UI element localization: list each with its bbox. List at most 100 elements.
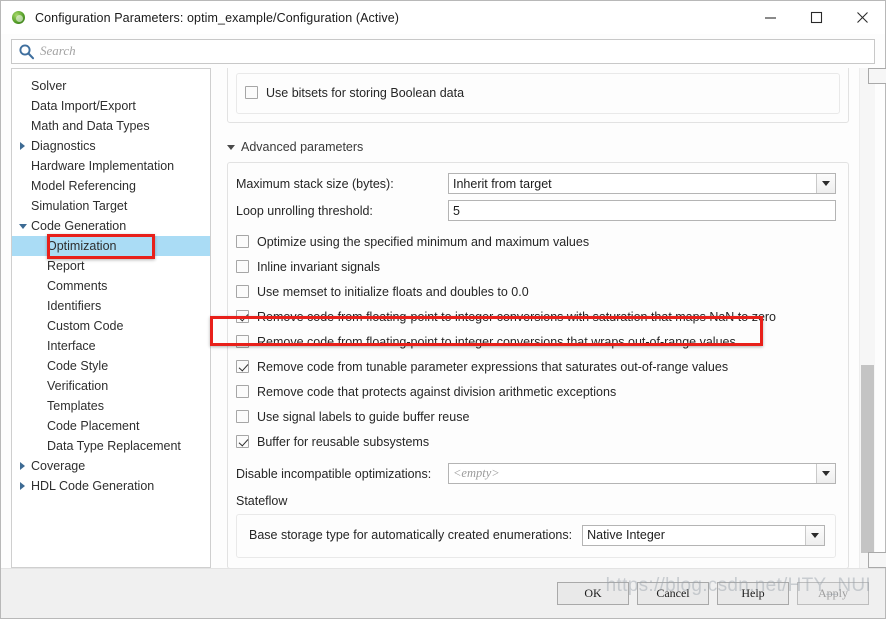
chevron-down-icon[interactable] <box>805 525 824 545</box>
chevron-down-icon[interactable] <box>816 174 835 193</box>
checkbox-row-2[interactable]: Use memset to initialize floats and doub… <box>236 279 836 304</box>
sidebar-item-label: Report <box>47 259 85 273</box>
stateflow-group-label: Stateflow <box>236 494 288 508</box>
checkbox-row-6[interactable]: Remove code that protects against divisi… <box>236 379 836 404</box>
maximize-icon[interactable] <box>793 1 839 34</box>
sidebar-item-data-import-export[interactable]: Data Import/Export <box>12 96 210 116</box>
label-disable-incompatible-optimizations: Disable incompatible optimizations: <box>236 466 432 481</box>
checkbox-0[interactable] <box>236 235 249 248</box>
checkbox-label-use-bitsets: Use bitsets for storing Boolean data <box>266 85 465 100</box>
sidebar-item-code-style[interactable]: Code Style <box>12 356 210 376</box>
sidebar-item-custom-code[interactable]: Custom Code <box>12 316 210 336</box>
checkbox-1[interactable] <box>236 260 249 273</box>
sidebar-item-label: Solver <box>31 79 67 93</box>
combo-value-base-storage-type: Native Integer <box>587 528 665 542</box>
sidebar-item-hdl-code-generation[interactable]: HDL Code Generation <box>12 476 210 496</box>
checkbox-row-5[interactable]: Remove code from tunable parameter expre… <box>236 354 836 379</box>
sidebar-item-math-and-data-types[interactable]: Math and Data Types <box>12 116 210 136</box>
checkbox-row-0[interactable]: Optimize using the specified minimum and… <box>236 229 836 254</box>
boolean-storage-inner-panel: Use bitsets for storing Boolean data <box>236 73 840 114</box>
window-controls <box>747 1 885 34</box>
sidebar-item-identifiers[interactable]: Identifiers <box>12 296 210 316</box>
checkbox-2[interactable] <box>236 285 249 298</box>
sidebar-item-diagnostics[interactable]: Diagnostics <box>12 136 210 156</box>
cancel-button[interactable]: Cancel <box>637 582 709 605</box>
chevron-down-icon[interactable] <box>816 464 835 483</box>
combo-max-stack-size[interactable]: Inherit from target <box>448 173 836 194</box>
sidebar-item-data-type-replacement[interactable]: Data Type Replacement <box>12 436 210 456</box>
sidebar-item-model-referencing[interactable]: Model Referencing <box>12 176 210 196</box>
advanced-parameters-panel: Maximum stack size (bytes): Inherit from… <box>227 162 849 568</box>
sidebar-item-verification[interactable]: Verification <box>12 376 210 396</box>
vertical-scrollbar[interactable] <box>859 68 886 568</box>
chevron-right-icon[interactable] <box>16 482 29 490</box>
sidebar-item-optimization[interactable]: Optimization <box>12 236 210 256</box>
checkbox-row-3[interactable]: Remove code from floating-point to integ… <box>236 304 836 329</box>
boolean-storage-panel: Use bitsets for storing Boolean data <box>227 68 849 123</box>
configuration-parameters-window: Configuration Parameters: optim_example/… <box>0 0 886 619</box>
checkbox-6[interactable] <box>236 385 249 398</box>
sidebar-item-label: Identifiers <box>47 299 102 313</box>
search-row: Search <box>1 34 885 68</box>
checkbox-label-4: Remove code from floating-point to integ… <box>257 334 736 349</box>
checkbox-label-8: Buffer for reusable subsystems <box>257 434 430 449</box>
settings-tree[interactable]: Solver Data Import/Export Math and Data Ty… <box>11 68 211 568</box>
advanced-parameters-section-header[interactable]: Advanced parameters <box>227 136 849 158</box>
checkbox-label-3: Remove code from floating-point to integ… <box>257 309 777 324</box>
chevron-right-icon[interactable] <box>16 142 29 150</box>
checkbox-label-1: Inline invariant signals <box>257 259 380 274</box>
checkbox-row-use-bitsets[interactable]: Use bitsets for storing Boolean data <box>245 80 831 105</box>
minimize-icon[interactable] <box>747 1 793 34</box>
input-loop-unrolling-threshold[interactable]: 5 <box>448 200 836 221</box>
footer-button-bar: OK Cancel Help Apply https://blog.csdn.net/… <box>1 568 885 618</box>
chevron-down-icon <box>227 144 235 150</box>
chevron-down-icon[interactable] <box>16 223 29 229</box>
checkbox-row-7[interactable]: Use signal labels to guide buffer reuse <box>236 404 836 429</box>
scroll-down-icon[interactable] <box>868 552 886 568</box>
apply-button: Apply <box>797 582 869 605</box>
sidebar-item-comments[interactable]: Comments <box>12 276 210 296</box>
checkbox-label-6: Remove code that protects against divisi… <box>257 384 617 399</box>
sidebar-item-code-placement[interactable]: Code Placement <box>12 416 210 436</box>
combo-disable-incompatible-optimizations[interactable]: <empty> <box>448 463 836 484</box>
checkbox-row-1[interactable]: Inline invariant signals <box>236 254 836 279</box>
sidebar-item-label: Optimization <box>47 239 117 253</box>
checkbox-7[interactable] <box>236 410 249 423</box>
sidebar-item-solver[interactable]: Solver <box>12 76 210 96</box>
checkbox-row-4[interactable]: Remove code from floating-point to integ… <box>236 329 836 354</box>
sidebar-item-coverage[interactable]: Coverage <box>12 456 210 476</box>
field-row-disable-incompatible-optimizations: Disable incompatible optimizations: <emp… <box>236 460 836 487</box>
field-row-base-storage-type: Base storage type for automatically crea… <box>249 524 825 546</box>
checkbox-8[interactable] <box>236 435 249 448</box>
sidebar-item-interface[interactable]: Interface <box>12 336 210 356</box>
label-base-storage-type: Base storage type for automatically crea… <box>249 528 573 542</box>
ok-button[interactable]: OK <box>557 582 629 605</box>
sidebar-item-label: Code Style <box>47 359 109 373</box>
label-loop-unrolling-threshold: Loop unrolling threshold: <box>236 203 373 218</box>
sidebar-item-code-generation[interactable]: Code Generation <box>12 216 210 236</box>
sidebar-item-simulation-target[interactable]: Simulation Target <box>12 196 210 216</box>
search-input[interactable]: Search <box>11 38 875 64</box>
sidebar-item-report[interactable]: Report <box>12 256 210 276</box>
checkbox-use-bitsets[interactable] <box>245 86 258 99</box>
window-title: Configuration Parameters: optim_example/… <box>35 10 400 25</box>
checkbox-3[interactable] <box>236 310 249 323</box>
sidebar-item-hardware-implementation[interactable]: Hardware Implementation <box>12 156 210 176</box>
checkbox-5[interactable] <box>236 360 249 373</box>
sidebar-item-templates[interactable]: Templates <box>12 396 210 416</box>
scroll-up-icon[interactable] <box>868 68 886 84</box>
sidebar-item-label: Comments <box>47 279 108 293</box>
sidebar-item-label: Verification <box>47 379 109 393</box>
scrollbar-thumb[interactable] <box>861 365 874 553</box>
checkbox-label-7: Use signal labels to guide buffer reuse <box>257 409 470 424</box>
checkbox-4[interactable] <box>236 335 249 348</box>
help-button[interactable]: Help <box>717 582 789 605</box>
sidebar-item-label: Model Referencing <box>31 179 136 193</box>
checkbox-row-8[interactable]: Buffer for reusable subsystems <box>236 429 836 454</box>
chevron-right-icon[interactable] <box>16 462 29 470</box>
sidebar-item-label: Data Type Replacement <box>47 439 181 453</box>
combo-base-storage-type[interactable]: Native Integer <box>582 524 825 546</box>
checkbox-label-2: Use memset to initialize floats and doub… <box>257 284 529 299</box>
sidebar-item-label: Simulation Target <box>31 199 128 213</box>
close-icon[interactable] <box>839 1 885 34</box>
